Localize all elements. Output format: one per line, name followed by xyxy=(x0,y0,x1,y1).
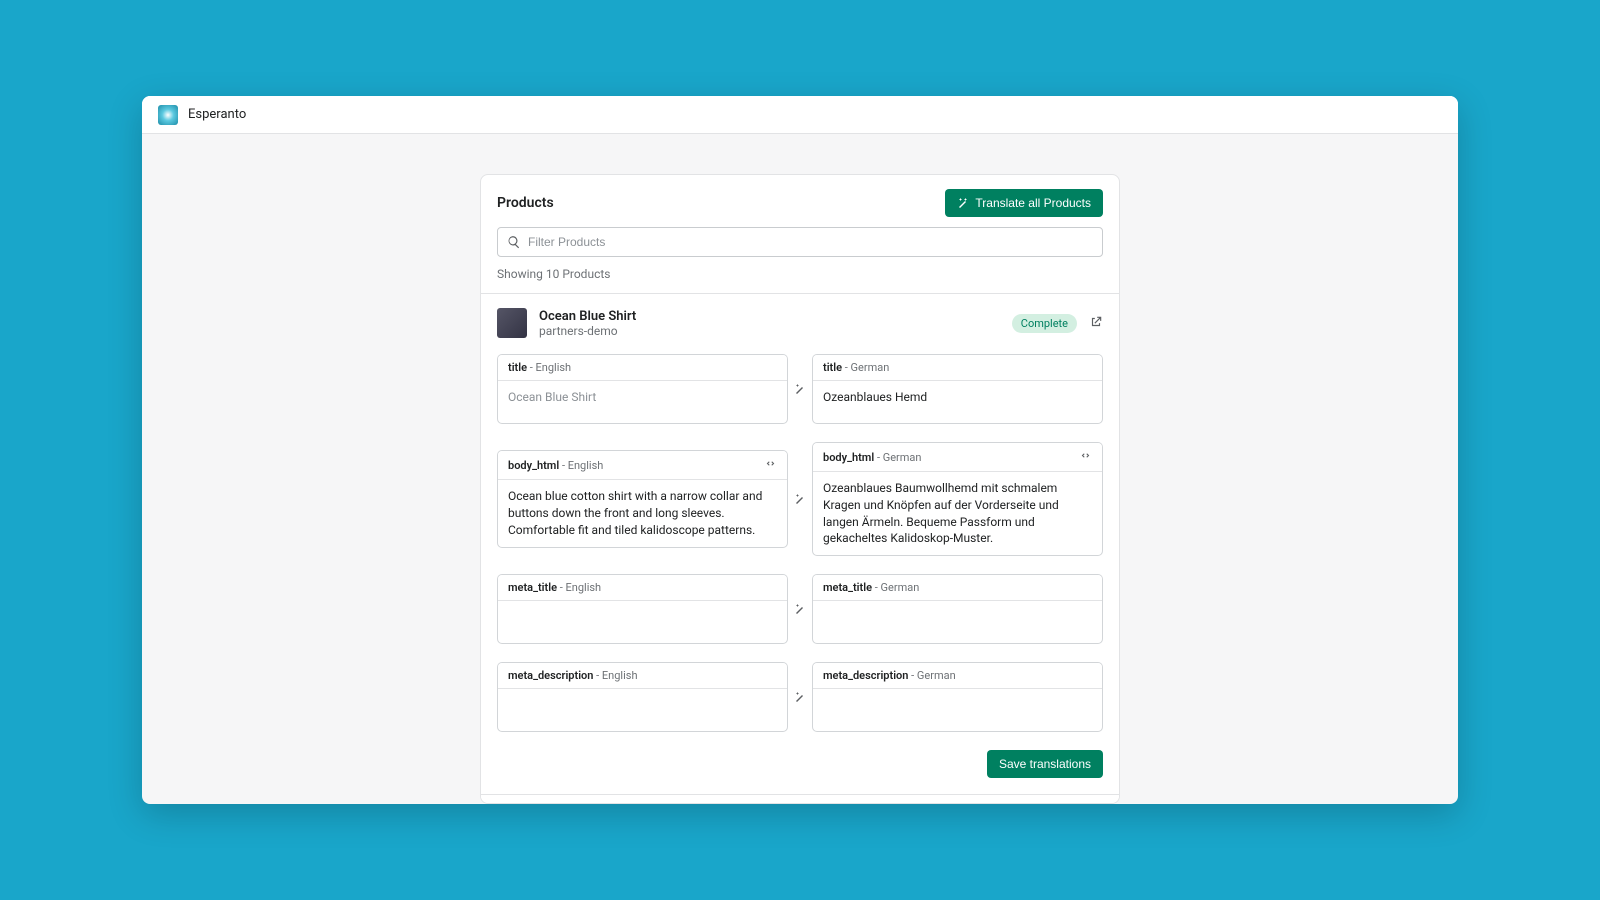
app-title: Esperanto xyxy=(188,107,246,122)
wand-icon xyxy=(794,383,806,395)
field-value-dst[interactable] xyxy=(813,601,1102,643)
code-icon xyxy=(764,457,777,470)
translation-grid: title - English Ocean Blue Shirt title -… xyxy=(497,354,1103,778)
field-meta-title-dst[interactable]: meta_title - German xyxy=(812,574,1103,644)
result-count: Showing 10 Products xyxy=(481,267,1119,293)
translate-field-button[interactable] xyxy=(788,493,812,505)
field-value-dst[interactable] xyxy=(813,689,1102,731)
product-section: Classic Varsity Top Complete xyxy=(481,794,1119,804)
product-name-wrap: Ocean Blue Shirt partners-demo xyxy=(539,309,1000,338)
products-card: Products Translate all Products Showing … xyxy=(480,174,1120,804)
field-value-src xyxy=(498,601,787,643)
product-header-right: Complete xyxy=(1012,314,1103,333)
action-row: Save translations xyxy=(497,750,1103,778)
wand-icon xyxy=(794,691,806,703)
wand-icon xyxy=(794,493,806,505)
translate-all-label: Translate all Products xyxy=(975,196,1091,210)
field-value-src xyxy=(498,689,787,731)
wand-icon xyxy=(794,603,806,615)
app-window: Esperanto Products Translate all Product… xyxy=(142,96,1458,804)
field-label: meta_description - German xyxy=(813,663,1102,689)
translate-field-button[interactable] xyxy=(788,383,812,395)
field-body-html-dst[interactable]: body_html - German Ozeanblaues Baumwollh… xyxy=(812,442,1103,556)
field-label: body_html - German xyxy=(813,443,1102,472)
field-value-dst[interactable]: Ozeanblaues Hemd xyxy=(813,381,1102,423)
field-value-dst[interactable]: Ozeanblaues Baumwollhemd mit schmalem Kr… xyxy=(813,472,1102,555)
save-translations-button[interactable]: Save translations xyxy=(987,750,1103,778)
field-title-dst[interactable]: title - German Ozeanblaues Hemd xyxy=(812,354,1103,424)
search-wrap xyxy=(481,227,1119,267)
search-field xyxy=(497,227,1103,257)
field-label: meta_title - English xyxy=(498,575,787,601)
field-label: title - English xyxy=(498,355,787,381)
wand-icon xyxy=(957,197,969,209)
product-thumbnail xyxy=(497,308,527,338)
search-input[interactable] xyxy=(497,227,1103,257)
product-vendor: partners-demo xyxy=(539,324,1000,338)
product-section: Ocean Blue Shirt partners-demo Complete xyxy=(481,293,1119,794)
page-title: Products xyxy=(497,195,554,211)
main-scroll: Products Translate all Products Showing … xyxy=(142,134,1458,804)
field-meta-description-dst[interactable]: meta_description - German xyxy=(812,662,1103,732)
translate-all-button[interactable]: Translate all Products xyxy=(945,189,1103,217)
field-label: meta_title - German xyxy=(813,575,1102,601)
code-toggle-button[interactable] xyxy=(764,457,777,473)
field-label: body_html - English xyxy=(498,451,787,480)
code-toggle-button[interactable] xyxy=(1079,449,1092,465)
top-bar: Esperanto xyxy=(142,96,1458,134)
field-value-src: Ocean Blue Shirt xyxy=(498,381,787,423)
card-header: Products Translate all Products xyxy=(481,175,1119,227)
translate-field-button[interactable] xyxy=(788,691,812,703)
field-meta-description-src: meta_description - English xyxy=(497,662,788,732)
external-link-icon xyxy=(1089,315,1103,329)
field-label: meta_description - English xyxy=(498,663,787,689)
product-header: Ocean Blue Shirt partners-demo Complete xyxy=(497,308,1103,338)
field-title-src: title - English Ocean Blue Shirt xyxy=(497,354,788,424)
external-link-button[interactable] xyxy=(1089,314,1103,333)
status-badge: Complete xyxy=(1012,314,1077,333)
field-body-html-src: body_html - English Ocean blue cotton sh… xyxy=(497,450,788,547)
translate-field-button[interactable] xyxy=(788,603,812,615)
product-name: Ocean Blue Shirt xyxy=(539,309,1000,324)
app-logo-icon xyxy=(158,105,178,125)
field-label: title - German xyxy=(813,355,1102,381)
field-value-src: Ocean blue cotton shirt with a narrow co… xyxy=(498,480,787,546)
code-icon xyxy=(1079,449,1092,462)
field-meta-title-src: meta_title - English xyxy=(497,574,788,644)
search-icon xyxy=(507,235,521,249)
save-label: Save translations xyxy=(999,757,1091,771)
